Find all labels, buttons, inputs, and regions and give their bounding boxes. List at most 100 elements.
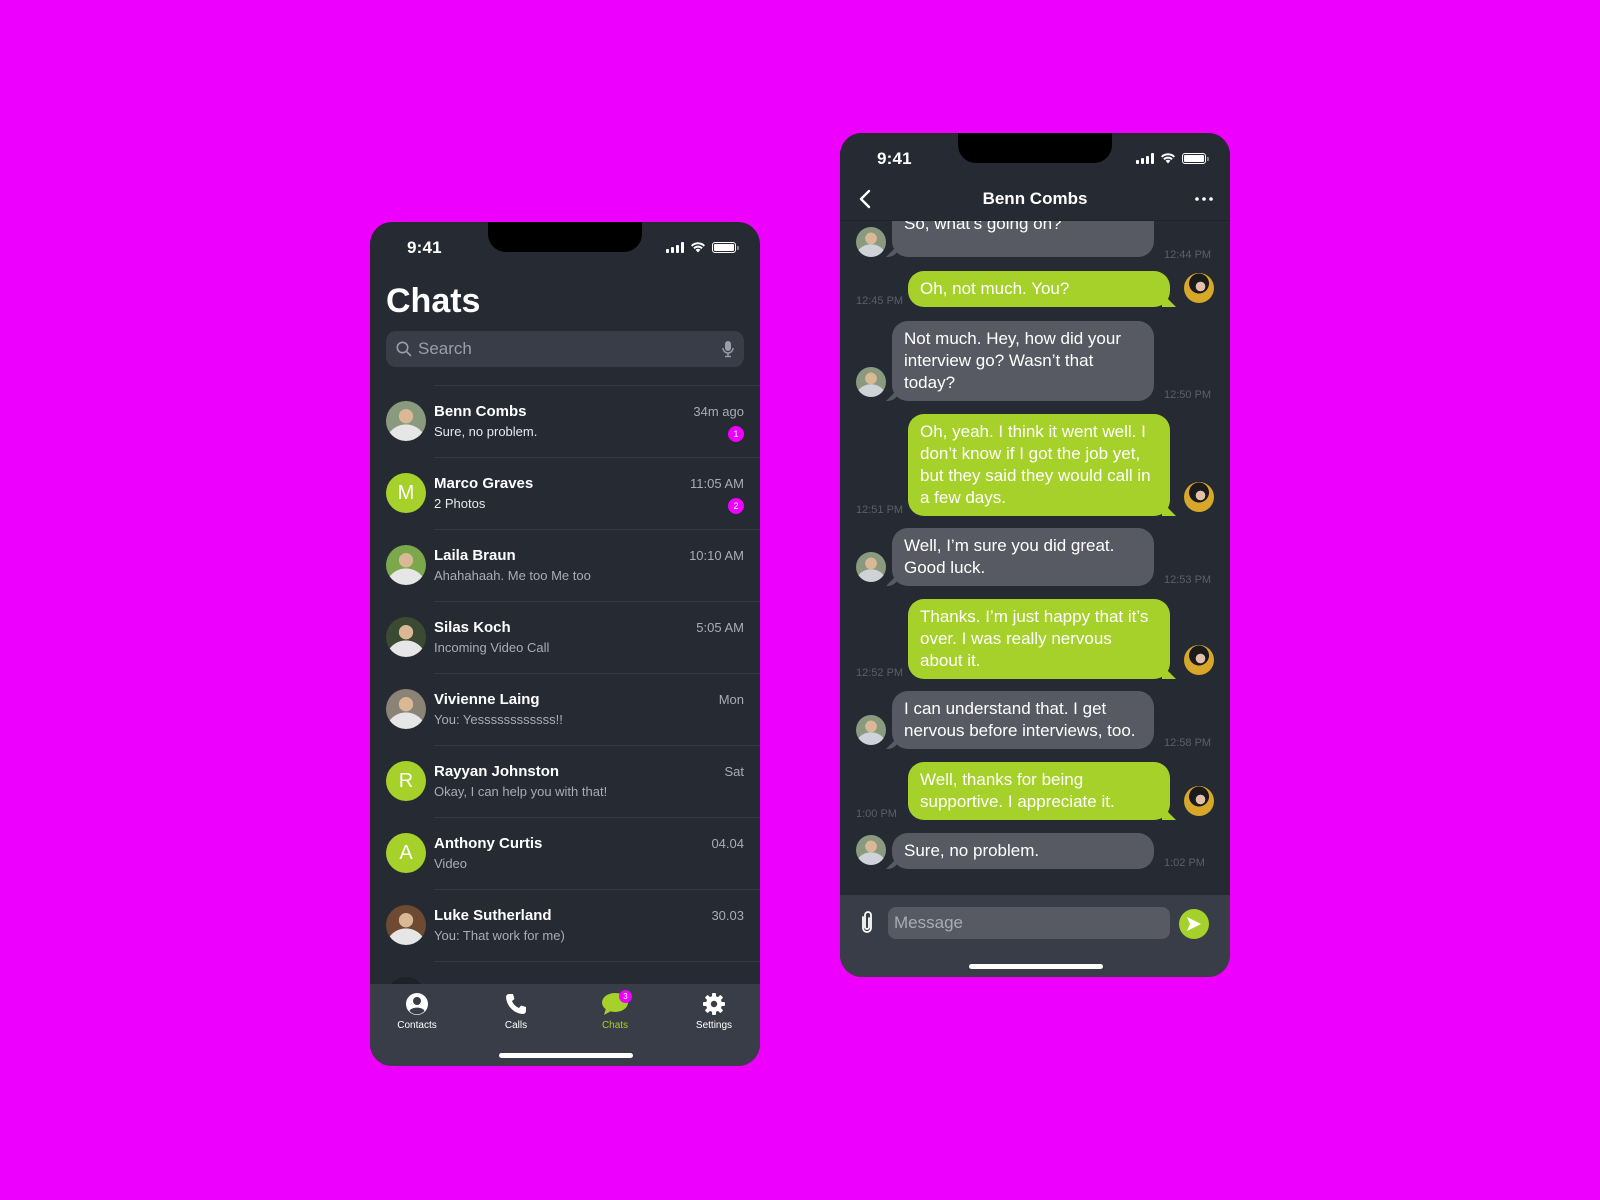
message-preview: Sure, no problem.: [434, 424, 538, 439]
message-preview: Ahahahaah. Me too Me too: [434, 568, 591, 583]
gear-icon: [703, 993, 725, 1015]
contact-name: Marco Graves: [434, 475, 534, 492]
contact-name: Luke Sutherland: [434, 907, 552, 924]
message-timestamp: 12:50 PM: [1164, 389, 1212, 401]
message-preview: You: Yessssssssssss!!: [434, 712, 563, 727]
message-bubble[interactable]: Oh, not much. You?: [908, 271, 1170, 307]
avatar: A: [386, 833, 426, 873]
chat-list-item[interactable]: Luke Sutherland You: That work for me) 30.…: [370, 889, 760, 961]
chat-list-item[interactable]: R Rayyan Johnston Okay, I can help you wit…: [370, 745, 760, 817]
message-thread: Me too.So, what’s going on? 12:44 PM Oh, n…: [840, 221, 1230, 895]
notch: [488, 222, 642, 252]
message-timestamp: 12:44 PM: [1164, 249, 1212, 261]
phone-icon: [506, 994, 526, 1014]
chat-list-item[interactable]: Laila Braun Ahahahaah. Me too Me too 10:10…: [370, 529, 760, 601]
contact-name: Rayyan Johnston: [434, 763, 560, 780]
paperclip-icon[interactable]: [856, 909, 878, 935]
avatar: [856, 552, 886, 582]
message-bubble[interactable]: Oh, yeah. I think it went well. I don’t …: [908, 414, 1170, 516]
avatar: [1184, 273, 1214, 303]
contact-name: Vivienne Laing: [434, 691, 540, 708]
message-bubble[interactable]: Well, I’m sure you did great. Good luck.: [892, 528, 1154, 586]
message-time: Mon: [718, 692, 744, 707]
avatar: [856, 835, 886, 865]
message-text: So, what’s going on?: [904, 221, 1062, 233]
message-preview: You: That work for me): [434, 928, 565, 943]
search-icon: [396, 341, 412, 357]
avatar: [856, 227, 886, 257]
avatar: [856, 367, 886, 397]
avatar: [386, 401, 426, 441]
chat-list-item[interactable]: Benn Combs Sure, no problem. 34m ago 1: [370, 385, 760, 457]
avatar: [1184, 482, 1214, 512]
message-time: 5:05 AM: [696, 620, 744, 635]
tab-chats[interactable]: 3 Chats: [575, 990, 655, 1031]
message-input[interactable]: [888, 907, 1170, 939]
navigation-bar: Benn Combs: [840, 177, 1230, 221]
avatar: [386, 905, 426, 945]
avatar: [856, 715, 886, 745]
chat-list-item[interactable]: M Marco Graves 2 Photos 11:05 AM 2: [370, 457, 760, 529]
tab-label: Chats: [601, 1020, 629, 1031]
chat-list-item[interactable]: A Anthony Curtis Video 04.04: [370, 817, 760, 889]
unread-badge: 1: [728, 426, 744, 442]
tab-settings[interactable]: Settings: [674, 992, 754, 1031]
tab-contacts[interactable]: Contacts: [377, 992, 457, 1031]
battery-icon: [1182, 152, 1209, 164]
chat-list-screen: 9:41 Chats Benn Combs Sure, no problem. 34…: [370, 222, 760, 1066]
send-button[interactable]: [1179, 909, 1209, 939]
microphone-icon[interactable]: [722, 340, 734, 358]
conversation-screen: 9:41 Benn Combs Me too.So, what’s going …: [840, 133, 1230, 977]
tab-badge: 3: [619, 990, 632, 1003]
message-time: 04.04: [711, 836, 744, 851]
avatar: [386, 977, 426, 984]
message-preview: Video: [434, 856, 468, 871]
status-time: 9:41: [407, 238, 442, 257]
tab-bar: Contacts Calls 3 Chats Settings: [370, 984, 760, 1066]
wifi-icon: [1161, 153, 1175, 164]
avatar: [1184, 786, 1214, 816]
status-time: 9:41: [877, 149, 912, 168]
message-timestamp: 12:52 PM: [856, 667, 904, 679]
message-timestamp: 1:00 PM: [856, 808, 897, 820]
signal-icon: [666, 241, 684, 253]
message-bubble[interactable]: I can understand that. I get nervous bef…: [892, 691, 1154, 749]
signal-icon: [1136, 152, 1154, 164]
wifi-icon: [691, 242, 705, 253]
message-bubble[interactable]: Sure, no problem.: [892, 833, 1154, 869]
avatar: M: [386, 473, 426, 513]
contact-name: Benn Combs: [434, 403, 527, 420]
message-timestamp: 1:02 PM: [1164, 857, 1205, 869]
home-indicator: [969, 964, 1103, 969]
message-time: Sat: [724, 764, 744, 779]
battery-icon: [712, 241, 739, 253]
message-bubble[interactable]: Well, thanks for being supportive. I app…: [908, 762, 1170, 820]
notch: [958, 133, 1112, 163]
message-bubble[interactable]: Me too.So, what’s going on?: [892, 221, 1154, 257]
message-timestamp: 12:58 PM: [1164, 737, 1212, 749]
avatar: [386, 545, 426, 585]
tab-calls[interactable]: Calls: [476, 992, 556, 1031]
more-options-icon[interactable]: [1192, 187, 1216, 211]
message-time: 34m ago: [693, 404, 744, 419]
message-bubble[interactable]: Not much. Hey, how did your interview go…: [892, 321, 1154, 401]
chat-list-item[interactable]: Vivienne Laing You: Yessssssssssss!! Mon: [370, 673, 760, 745]
chat-list-item-partial[interactable]: [370, 961, 760, 984]
message-preview: Okay, I can help you with that!: [434, 784, 608, 799]
message-bubble[interactable]: Thanks. I’m just happy that it’s over. I…: [908, 599, 1170, 679]
message-time: 10:10 AM: [689, 548, 744, 563]
avatar: R: [386, 761, 426, 801]
contact-name: Anthony Curtis: [434, 835, 543, 852]
person-circle-icon: [406, 993, 428, 1015]
tab-label: Calls: [504, 1020, 528, 1031]
message-time: 30.03: [711, 908, 744, 923]
message-composer: [840, 895, 1230, 977]
search-input[interactable]: [418, 339, 722, 359]
message-timestamp: 12:45 PM: [856, 295, 904, 307]
avatar: [1184, 645, 1214, 675]
tab-label: Contacts: [397, 1020, 437, 1031]
chat-list-item[interactable]: Silas Koch Incoming Video Call 5:05 AM: [370, 601, 760, 673]
avatar: [386, 617, 426, 657]
message-preview: Incoming Video Call: [434, 640, 550, 655]
search-bar[interactable]: [386, 331, 744, 367]
